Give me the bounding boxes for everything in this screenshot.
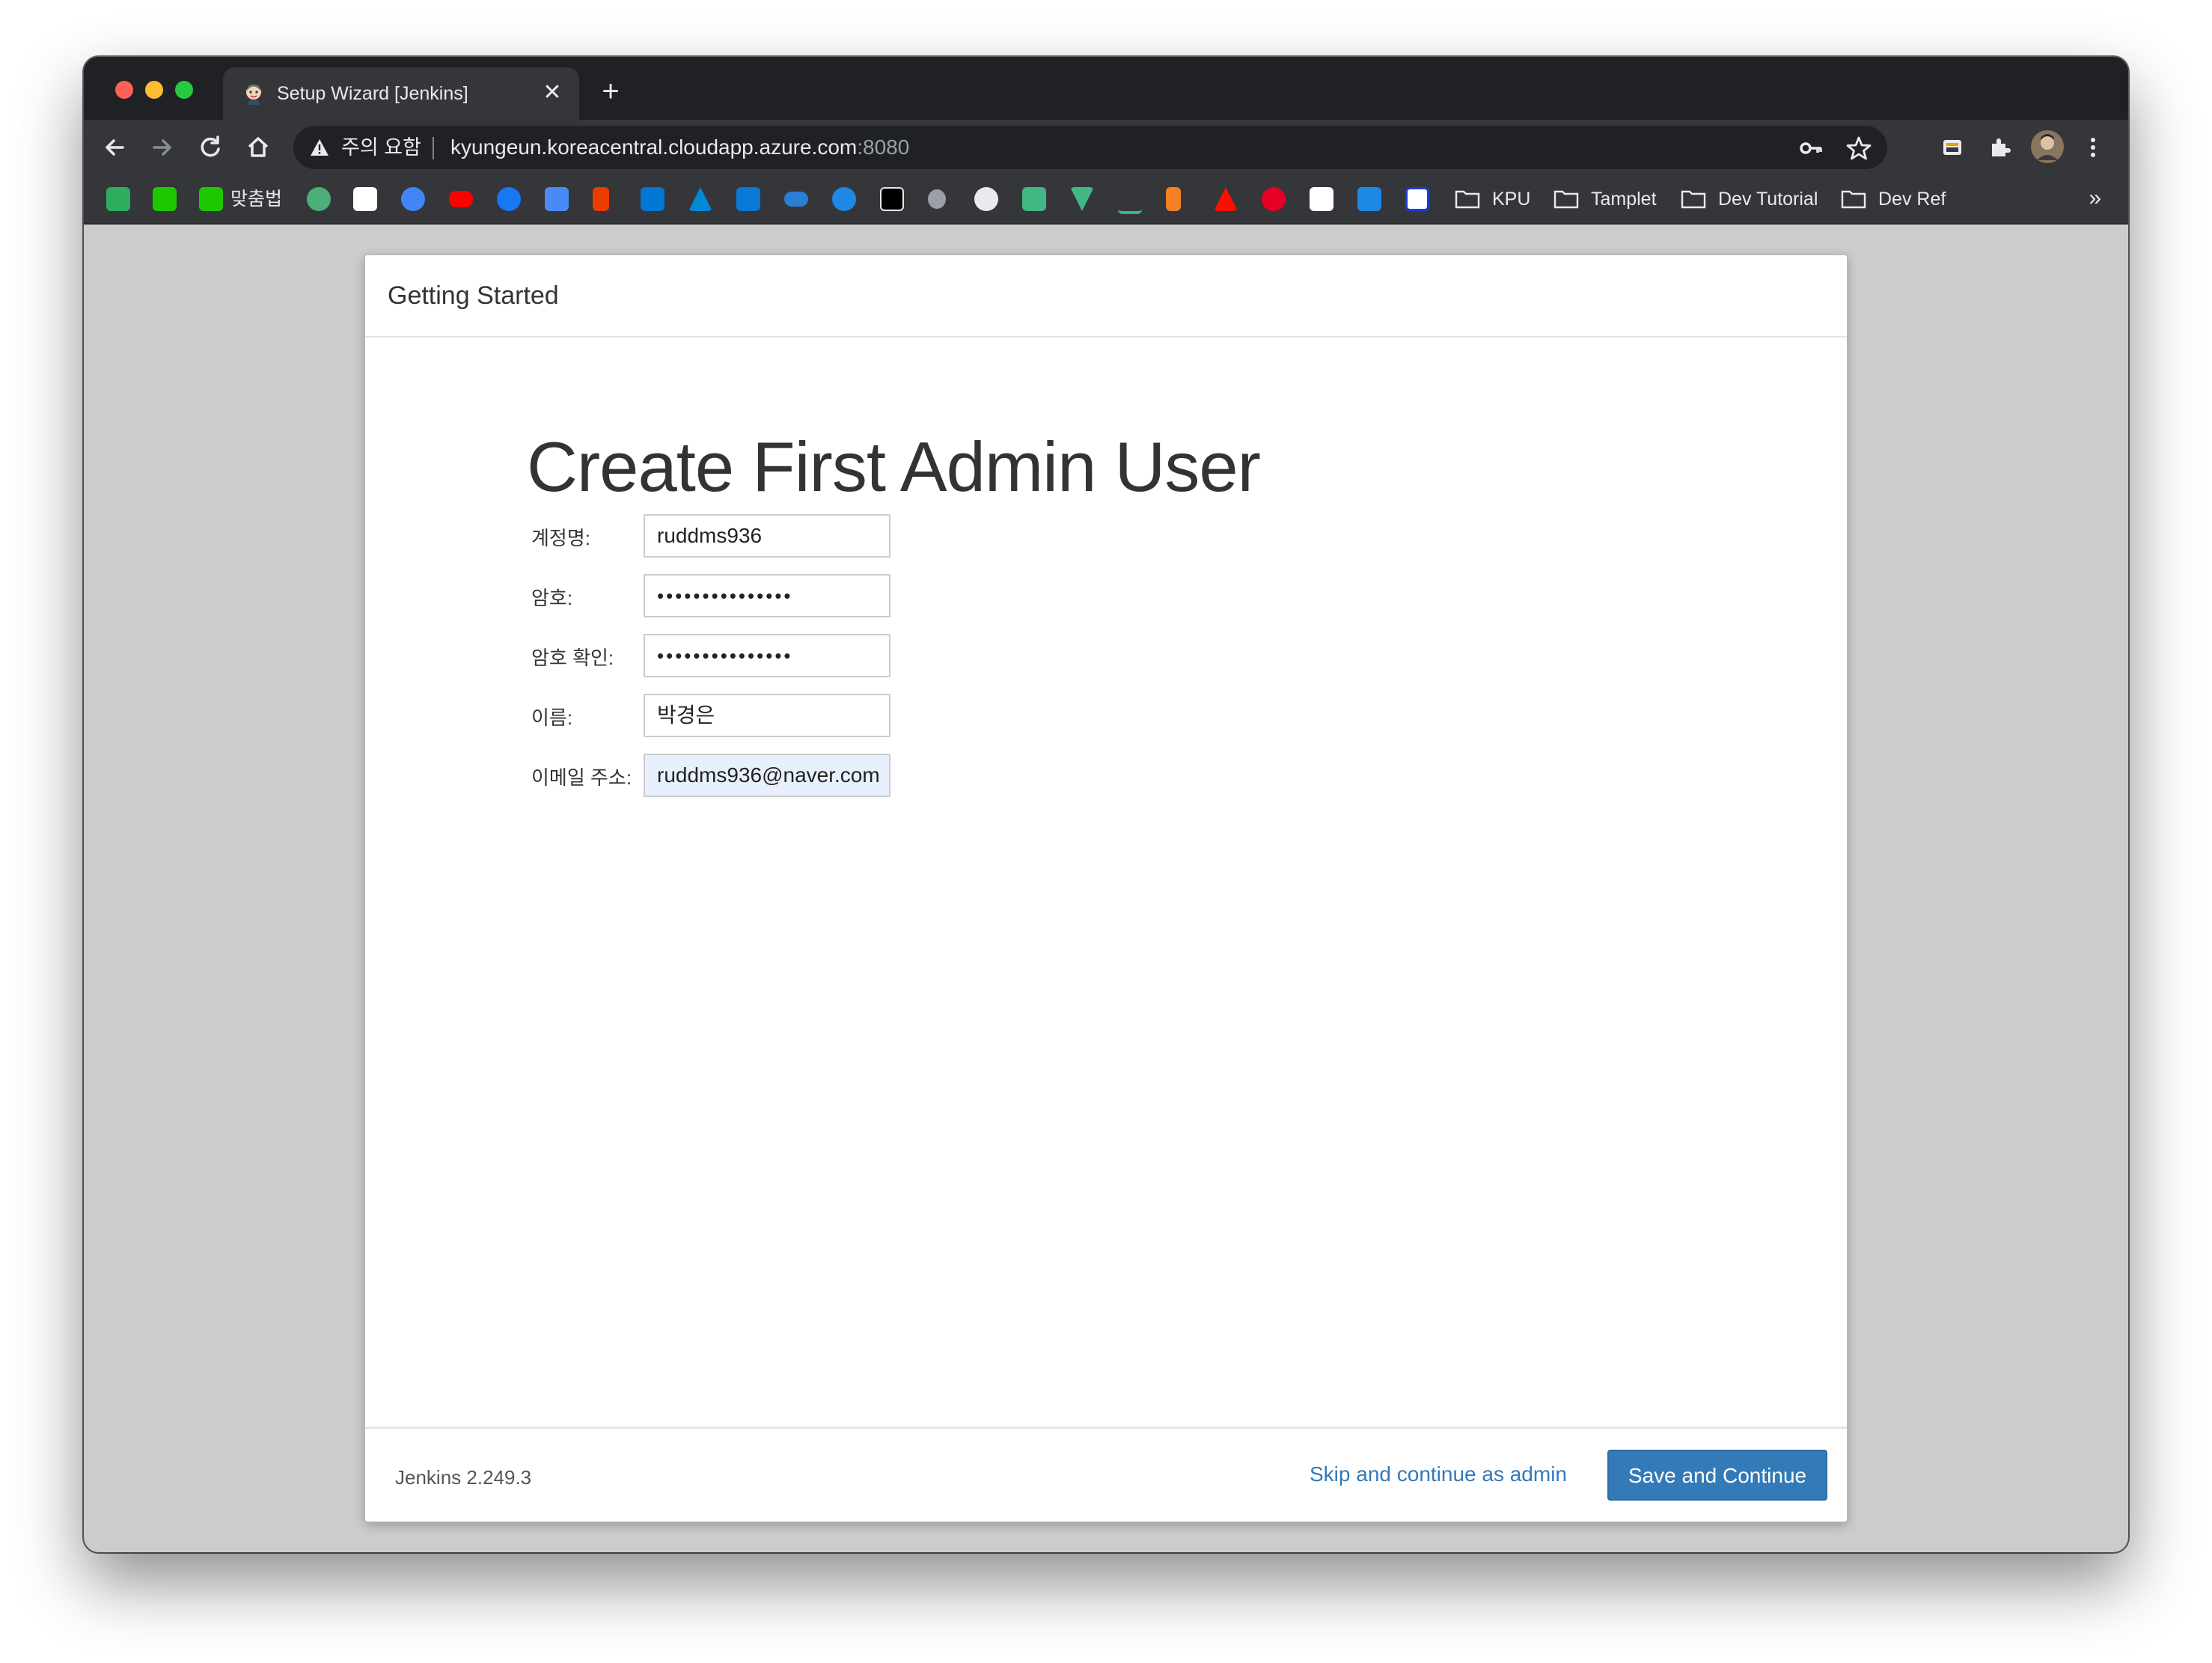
bookmark-apple-icon[interactable] xyxy=(928,189,946,209)
bookmark-translate-icon[interactable] xyxy=(545,187,569,211)
bookmark-circle-icon[interactable] xyxy=(307,187,331,211)
bookmark-green-app-icon[interactable] xyxy=(106,187,130,211)
bookmark-gsc-icon[interactable] xyxy=(1405,187,1429,211)
bookmark-onedrive-icon[interactable] xyxy=(784,192,808,207)
bookmark-folder-dev-ref[interactable]: Dev Ref xyxy=(1878,187,1946,211)
bookmark-facebook-icon[interactable] xyxy=(497,187,521,211)
omnibox-divider xyxy=(433,137,434,159)
bookmark-vuetify-icon[interactable] xyxy=(1022,187,1046,211)
bookmark-vue-icon[interactable] xyxy=(1070,187,1094,211)
email-input[interactable]: ruddms936@naver.com xyxy=(644,754,890,797)
extensions-icon[interactable] xyxy=(1985,132,2016,163)
bookmark-edge-icon[interactable] xyxy=(401,187,425,211)
username-input[interactable]: ruddms936 xyxy=(644,514,890,558)
address-bar[interactable]: 주의 요함 kyungeun.koreacentral.cloudapp.azu… xyxy=(293,126,1887,169)
bookmark-azure-devops-icon[interactable] xyxy=(736,187,760,211)
browser-window: Setup Wizard [Jenkins] ✕ + 주의 요함 kyungeu… xyxy=(84,57,2128,1552)
bookmark-youtube-icon[interactable] xyxy=(449,191,473,207)
bookmark-grid-icon[interactable] xyxy=(1310,187,1333,211)
fullname-label: 이름: xyxy=(531,707,573,729)
username-label: 계정명: xyxy=(531,527,590,549)
new-tab-button[interactable]: + xyxy=(596,76,626,106)
page-viewport: Getting Started Create First Admin User … xyxy=(84,225,2128,1552)
bookmark-folder-kpu[interactable]: KPU xyxy=(1492,187,1530,211)
bookmark-cs-icon[interactable] xyxy=(1118,187,1142,214)
bookmark-globe-icon[interactable] xyxy=(832,187,856,211)
url-host: kyungeun.koreacentral.cloudapp.azure.com xyxy=(450,135,858,159)
bookmark-medium-icon[interactable] xyxy=(880,187,904,211)
password-label: 암호: xyxy=(531,587,573,609)
key-icon[interactable] xyxy=(1797,135,1824,162)
bookmark-pinterest-icon[interactable] xyxy=(1262,187,1286,211)
browser-toolbar: 주의 요함 kyungeun.koreacentral.cloudapp.azu… xyxy=(84,120,2128,175)
bookmark-naver-icon[interactable] xyxy=(153,187,177,211)
dialog-title: Getting Started xyxy=(388,281,559,310)
cast-icon[interactable] xyxy=(1937,132,1968,163)
setup-wizard-dialog: Getting Started Create First Admin User … xyxy=(364,254,1848,1522)
warning-icon xyxy=(311,139,329,156)
folder-icon xyxy=(1553,190,1579,209)
jenkins-version: Jenkins 2.249.3 xyxy=(395,1466,532,1489)
folder-icon xyxy=(1455,190,1480,209)
bookmarks-overflow-button[interactable]: » xyxy=(2089,186,2101,211)
bookmark-naver-spelling-icon[interactable] xyxy=(199,187,223,211)
fullname-input[interactable]: 박경은 xyxy=(644,694,890,737)
page-heading: Create First Admin User xyxy=(527,427,1261,506)
back-icon[interactable] xyxy=(99,132,130,163)
url-text[interactable]: kyungeun.koreacentral.cloudapp.azure.com… xyxy=(450,135,909,159)
email-label: 이메일 주소: xyxy=(531,766,632,789)
bookmarks-bar: 맞춤법 KPU Tamplet Dev Tutorial Dev Ref » xyxy=(84,175,2128,225)
password-input[interactable]: ••••••••••••••• xyxy=(644,574,890,617)
bookmark-github-icon[interactable] xyxy=(974,187,998,211)
url-port: :8080 xyxy=(857,135,910,159)
minimize-window-button[interactable] xyxy=(145,81,163,99)
bookmark-spelling-label[interactable]: 맞춤법 xyxy=(230,187,282,211)
close-window-button[interactable] xyxy=(115,81,133,99)
skip-continue-as-admin-link[interactable]: Skip and continue as admin xyxy=(1310,1462,1567,1487)
password-confirm-label: 암호 확인: xyxy=(531,647,614,669)
home-icon[interactable] xyxy=(242,132,274,163)
tab-title: Setup Wizard [Jenkins] xyxy=(277,83,468,104)
folder-icon xyxy=(1841,190,1866,209)
bookmark-azure-icon[interactable] xyxy=(688,187,712,211)
bookmark-office-icon[interactable] xyxy=(593,187,609,211)
bookmark-outlook-icon[interactable] xyxy=(641,187,664,211)
bookmark-share-icon[interactable] xyxy=(1357,187,1381,211)
bookmark-map-icon[interactable] xyxy=(353,187,377,211)
forward-icon[interactable] xyxy=(147,132,178,163)
bookmark-folder-dev-tutorial[interactable]: Dev Tutorial xyxy=(1718,187,1818,211)
menu-kebab-icon[interactable] xyxy=(2077,132,2109,163)
reload-icon[interactable] xyxy=(195,132,226,163)
maximize-window-button[interactable] xyxy=(175,81,193,99)
jenkins-favicon-icon xyxy=(246,85,261,105)
security-warning-text[interactable]: 주의 요함 xyxy=(341,135,421,159)
tab-setup-wizard[interactable]: Setup Wizard [Jenkins] ✕ xyxy=(223,67,579,120)
password-confirm-input[interactable]: ••••••••••••••• xyxy=(644,634,890,677)
dialog-footer: Jenkins 2.249.3 Skip and continue as adm… xyxy=(365,1426,1847,1522)
bookmark-star-icon[interactable] xyxy=(1845,135,1872,162)
tab-close-icon[interactable]: ✕ xyxy=(536,76,569,109)
profile-avatar-icon[interactable] xyxy=(2029,129,2065,165)
bookmark-adobe-icon[interactable] xyxy=(1214,187,1238,211)
bookmark-folder-tamplet[interactable]: Tamplet xyxy=(1591,187,1657,211)
title-bar: Setup Wizard [Jenkins] ✕ + xyxy=(84,57,2128,120)
bookmark-stackoverflow-icon[interactable] xyxy=(1166,187,1181,211)
dialog-header: Getting Started xyxy=(365,255,1847,338)
save-and-continue-button[interactable]: Save and Continue xyxy=(1607,1450,1827,1501)
folder-icon xyxy=(1681,190,1706,209)
